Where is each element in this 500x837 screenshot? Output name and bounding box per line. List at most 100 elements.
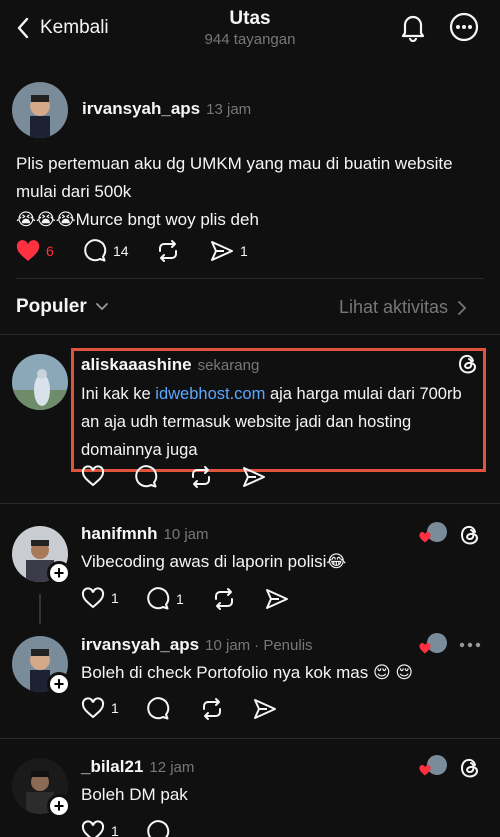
follow-button[interactable]: + bbox=[47, 672, 71, 696]
reply-time: 10 jam bbox=[205, 637, 251, 654]
comment-icon bbox=[147, 820, 170, 837]
reply-username[interactable]: _bilal21 bbox=[81, 757, 143, 777]
liked-by-author-badge bbox=[419, 633, 447, 657]
post-text-line-1: Plis pertemuan aku dg UMKM yang mau di b… bbox=[16, 154, 453, 173]
reply-button[interactable] bbox=[134, 465, 158, 489]
repost-icon bbox=[215, 588, 233, 610]
like-button[interactable]: 1 bbox=[81, 587, 119, 609]
reply-username[interactable]: hanifmnh bbox=[81, 524, 158, 544]
threads-icon bbox=[460, 525, 479, 545]
more-horizontal-icon bbox=[459, 642, 481, 648]
comment-icon bbox=[147, 697, 170, 720]
send-icon bbox=[211, 241, 233, 261]
heart-icon bbox=[81, 587, 105, 609]
avatar[interactable] bbox=[12, 82, 68, 138]
reply-header: irvansyah_aps 10 jam · Penulis bbox=[81, 635, 313, 655]
like-count: 1 bbox=[111, 700, 119, 716]
heart-filled-icon bbox=[419, 532, 431, 543]
reply-username[interactable]: irvansyah_aps bbox=[81, 635, 199, 655]
reply-text-suffix: aja harga mulai dari 700rb bbox=[265, 385, 462, 403]
reply-text-prefix: Ini kak ke bbox=[81, 385, 156, 403]
more-options-button[interactable] bbox=[459, 642, 481, 648]
repost-button[interactable] bbox=[200, 697, 224, 721]
post-text-line-3-text: Murce bngt woy plis deh bbox=[75, 210, 259, 229]
reply-header: aliskaaashine sekarang bbox=[81, 355, 259, 375]
like-count: 1 bbox=[111, 590, 119, 606]
send-icon bbox=[254, 699, 276, 719]
sort-dropdown[interactable]: Populer bbox=[16, 296, 109, 318]
post-time: 13 jam bbox=[206, 101, 252, 118]
share-button[interactable] bbox=[265, 587, 289, 611]
heart-filled-icon bbox=[16, 240, 40, 261]
reply-text-line-2: an aja udh termasuk website jadi dan hos… bbox=[81, 413, 412, 431]
repost-icon bbox=[203, 698, 221, 720]
reply-button[interactable] bbox=[146, 697, 170, 721]
chevron-right-icon bbox=[458, 300, 467, 315]
divider bbox=[0, 738, 500, 739]
post-header: irvansyah_aps 13 jam bbox=[82, 99, 251, 119]
chevron-down-icon bbox=[95, 303, 108, 311]
notification-button[interactable] bbox=[399, 12, 427, 42]
comment-icon bbox=[135, 465, 158, 488]
more-options-button[interactable] bbox=[449, 12, 479, 42]
like-button[interactable]: 6 bbox=[16, 240, 54, 262]
avatar[interactable] bbox=[12, 354, 68, 410]
follow-button[interactable]: + bbox=[47, 561, 71, 585]
share-button[interactable] bbox=[242, 465, 266, 489]
like-count: 6 bbox=[46, 243, 54, 259]
reply-text: Boleh di check Portofolio nya kok mas 😌 … bbox=[81, 663, 414, 682]
view-activity-label: Lihat aktivitas bbox=[339, 297, 449, 317]
reply-button[interactable]: 1 bbox=[146, 587, 184, 611]
reply-link[interactable]: idwebhost.com bbox=[155, 385, 265, 403]
view-activity-link[interactable]: Lihat aktivitas bbox=[339, 297, 467, 318]
post-text: Plis pertemuan aku dg UMKM yang mau di b… bbox=[16, 150, 486, 234]
reply-text: Boleh DM pak bbox=[81, 785, 188, 804]
threads-icon bbox=[460, 758, 479, 778]
heart-icon bbox=[81, 465, 105, 487]
reply-count: 14 bbox=[113, 243, 129, 259]
post-username[interactable]: irvansyah_aps bbox=[82, 99, 200, 119]
thread-line bbox=[39, 594, 41, 624]
reply-text-line-1: Ini kak ke idwebhost.com aja harga mulai… bbox=[81, 380, 481, 408]
reply-text: Vibecoding awas di laporin polisi😂 bbox=[81, 552, 347, 571]
reply-button[interactable]: 14 bbox=[83, 239, 129, 263]
reply-time: 12 jam bbox=[149, 759, 195, 776]
divider bbox=[16, 278, 484, 279]
share-count: 1 bbox=[240, 243, 248, 259]
heart-icon bbox=[81, 697, 105, 719]
comment-icon bbox=[147, 587, 170, 610]
reply-text: Ini kak ke idwebhost.com aja harga mulai… bbox=[81, 380, 481, 464]
threads-icon-button[interactable] bbox=[459, 756, 481, 780]
post-text-line-2: mulai dari 500k bbox=[16, 182, 132, 201]
send-icon bbox=[266, 589, 288, 609]
like-count: 1 bbox=[111, 823, 119, 837]
post-emojis: 😭😭😭 bbox=[16, 210, 76, 229]
repost-icon bbox=[159, 240, 177, 262]
bell-icon bbox=[401, 15, 425, 42]
repost-button[interactable] bbox=[189, 465, 213, 489]
repost-button[interactable] bbox=[156, 239, 180, 263]
follow-button[interactable]: + bbox=[47, 794, 71, 818]
repost-button[interactable] bbox=[212, 587, 236, 611]
like-button[interactable]: 1 bbox=[81, 820, 119, 837]
threads-icon-button[interactable] bbox=[457, 352, 479, 376]
reply-button[interactable] bbox=[146, 820, 170, 837]
like-button[interactable]: 1 bbox=[81, 697, 119, 719]
reply-text-line-3: domainnya juga bbox=[81, 441, 198, 459]
liked-by-author-badge bbox=[419, 522, 447, 546]
threads-icon-button[interactable] bbox=[459, 523, 481, 547]
heart-filled-icon bbox=[419, 643, 431, 654]
sort-label: Populer bbox=[16, 296, 87, 317]
reply-username[interactable]: aliskaaashine bbox=[81, 355, 192, 375]
share-button[interactable] bbox=[253, 697, 277, 721]
more-icon bbox=[449, 12, 479, 42]
like-button[interactable] bbox=[81, 465, 105, 487]
share-button[interactable]: 1 bbox=[210, 239, 248, 263]
heart-filled-icon bbox=[419, 765, 431, 776]
reply-time: sekarang bbox=[197, 357, 260, 374]
post-text-line-3: 😭😭😭Murce bngt woy plis deh bbox=[16, 206, 486, 234]
divider bbox=[0, 334, 500, 335]
divider bbox=[0, 503, 500, 504]
comment-icon bbox=[84, 239, 107, 262]
author-tag: · Penulis bbox=[254, 637, 313, 654]
